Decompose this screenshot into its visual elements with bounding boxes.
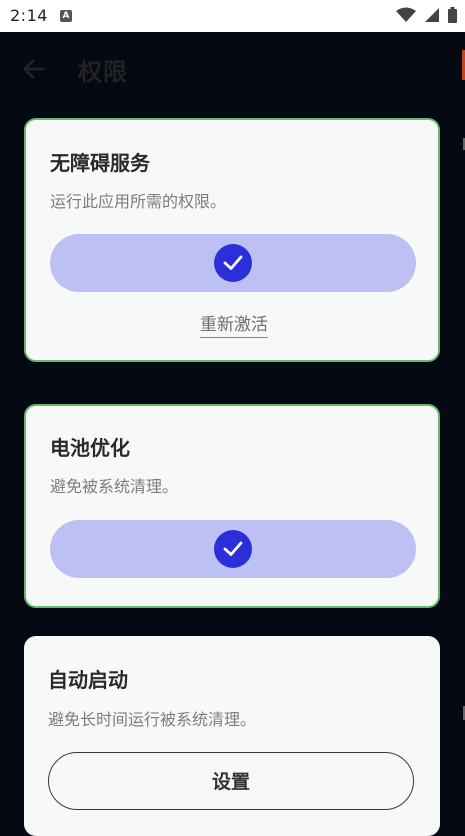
battery-icon	[448, 7, 457, 23]
a-icon: A	[60, 10, 72, 22]
app-bar: 权限	[0, 32, 465, 108]
card-description: 运行此应用所需的权限。	[50, 192, 227, 211]
card-title: 无障碍服务	[50, 151, 150, 175]
card-description: 避免被系统清理。	[50, 477, 179, 496]
permission-card-accessibility: 无障碍服务 运行此应用所需的权限。 重新激活	[24, 118, 440, 362]
reactivate-link-label: 重新激活	[200, 315, 268, 338]
reactivate-link[interactable]: 重新激活	[26, 310, 442, 338]
status-time: 2:14	[10, 6, 48, 25]
card-title: 电池优化	[50, 436, 130, 460]
signal-icon	[424, 8, 439, 22]
permission-card-autostart: 自动启动 避免长时间运行被系统清理。 设置	[24, 636, 440, 836]
check-icon	[214, 530, 252, 568]
permission-card-battery: 电池优化 避免被系统清理。	[24, 404, 440, 608]
check-icon	[214, 244, 252, 282]
granted-status-pill	[50, 234, 416, 292]
card-title: 自动启动	[48, 668, 128, 692]
wifi-icon	[395, 7, 416, 22]
status-icons	[393, 7, 457, 26]
card-description: 避免长时间运行被系统清理。	[48, 710, 257, 729]
page-title: 权限	[78, 58, 128, 86]
granted-status-pill	[50, 520, 416, 578]
status-bar: 2:14 A	[0, 0, 465, 32]
settings-button[interactable]: 设置	[48, 752, 414, 810]
arrow-left-icon[interactable]	[20, 55, 48, 83]
